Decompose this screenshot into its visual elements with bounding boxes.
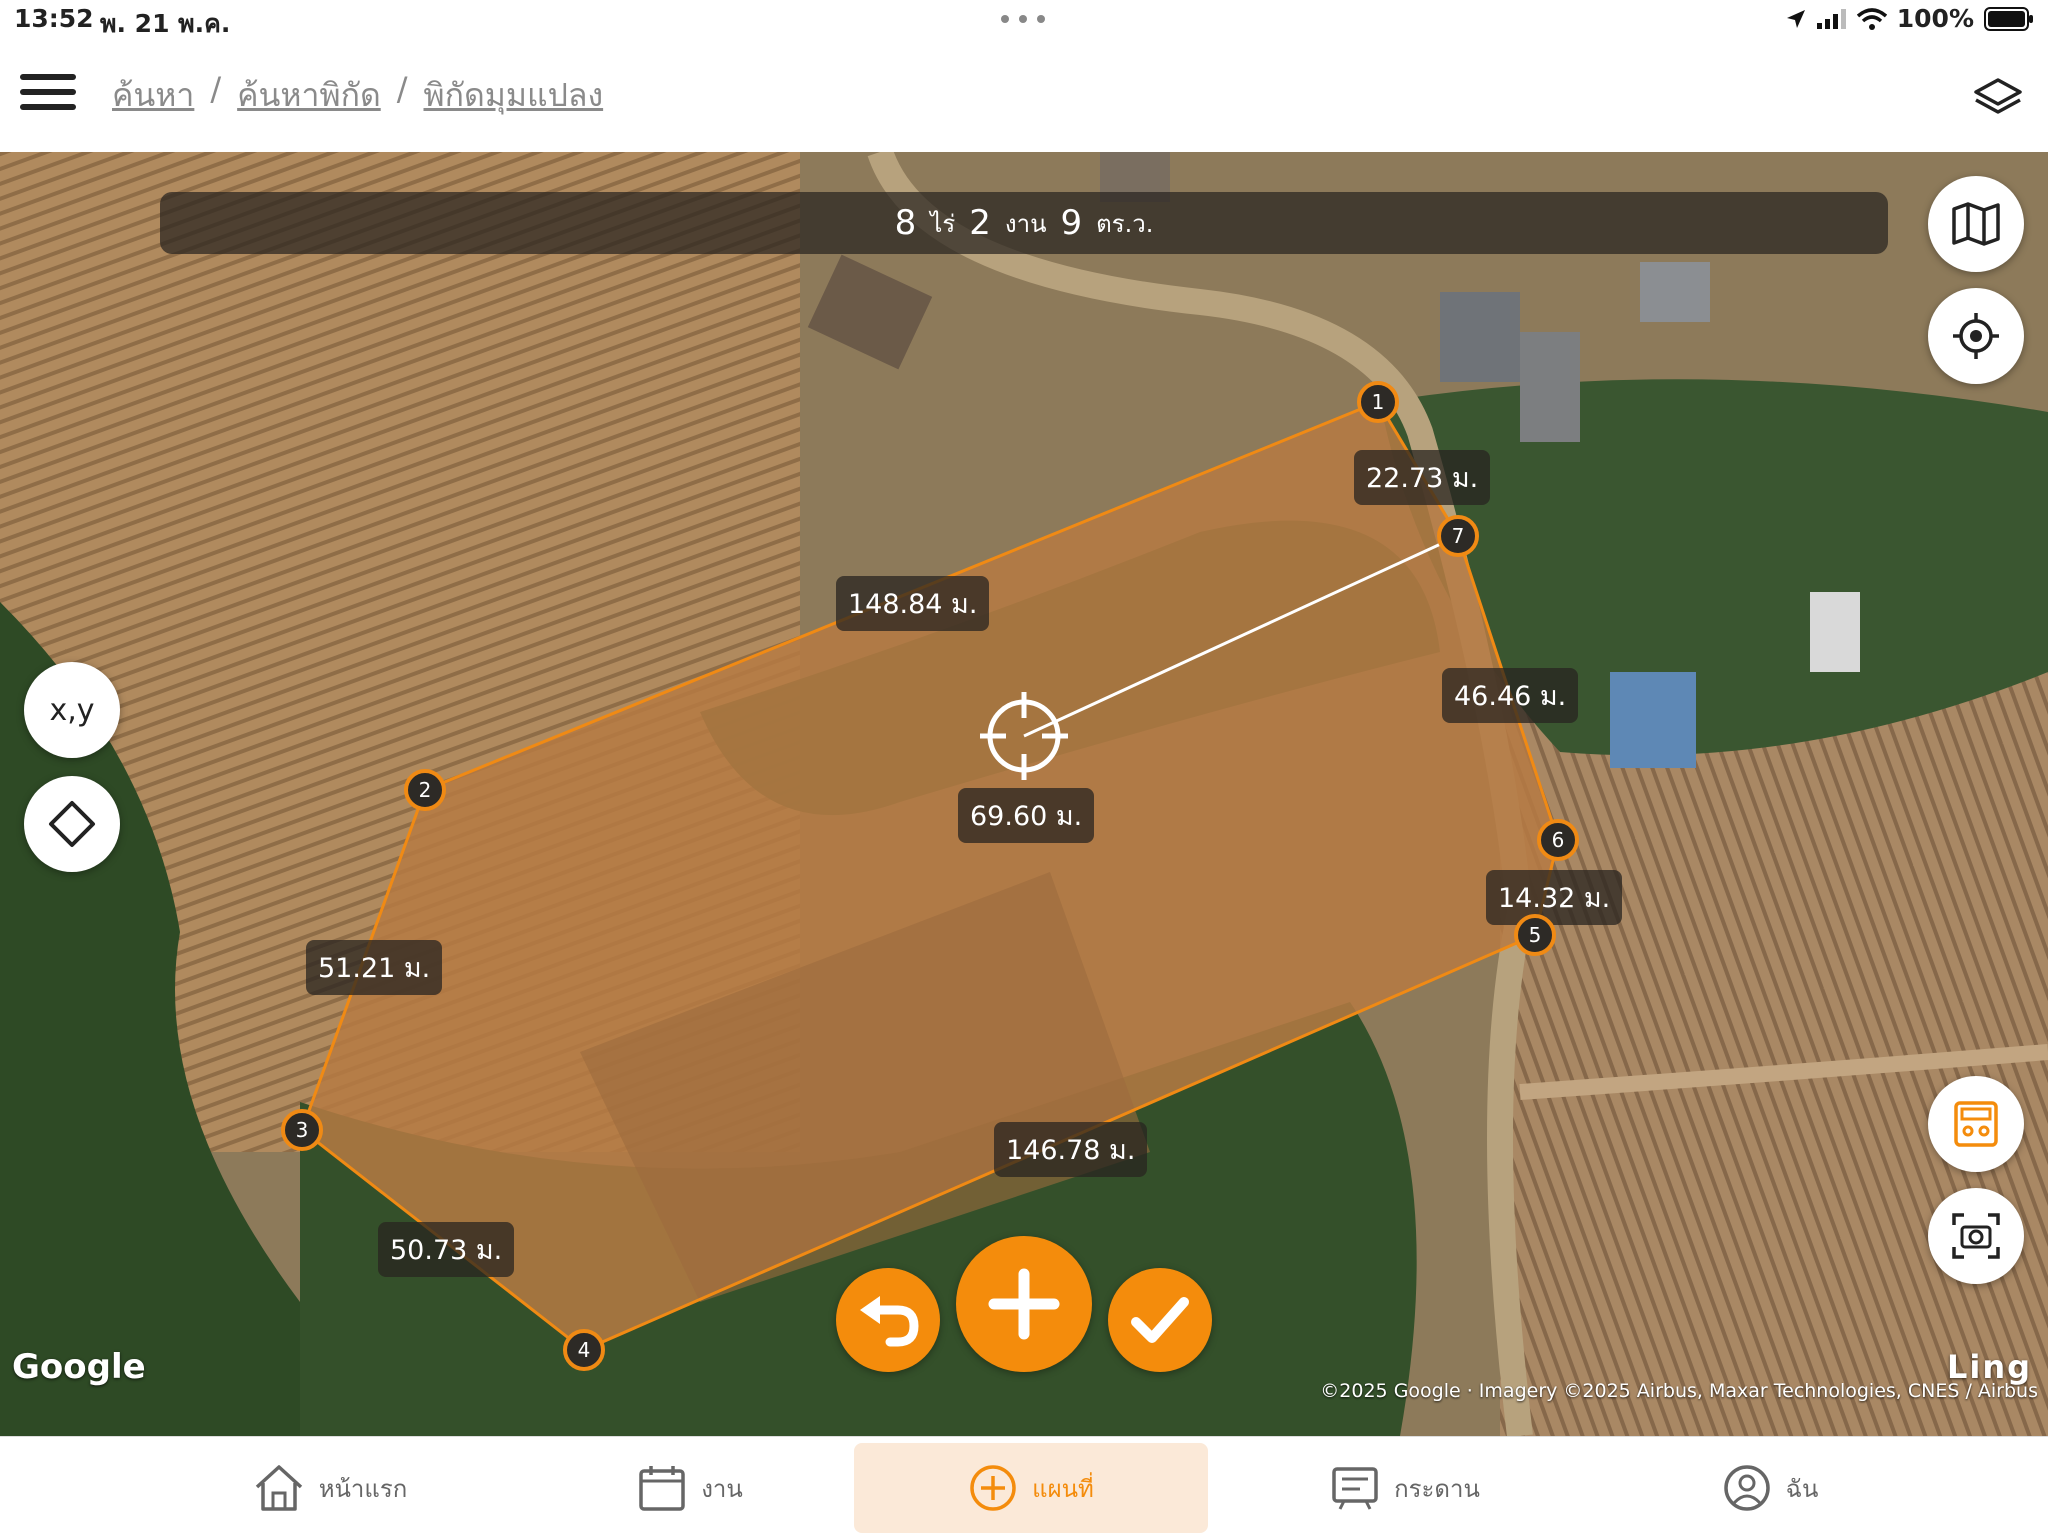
center-distance-label: 69.60 ม. [958, 788, 1095, 843]
vertex-marker[interactable]: 3 [281, 1109, 323, 1151]
battery-percent: 100% [1896, 4, 1974, 33]
wifi-icon [1856, 7, 1887, 30]
breadcrumb-separator: / [210, 70, 222, 108]
hamburger-menu-button[interactable] [20, 74, 76, 118]
app-header: ค้นหา / ค้นหาพิกัด / พิกัดมุมแปลง [0, 40, 2048, 152]
bottom-tab-bar: หน้าแรก งาน แผนที่ กระดาน ฉัน [0, 1436, 2048, 1537]
home-icon [255, 1465, 302, 1511]
map-icon [1952, 202, 2000, 246]
tab-map[interactable]: แผนที่ [854, 1443, 1208, 1533]
status-date: พ. 21 พ.ค. [100, 9, 231, 38]
area-ngan-unit: งาน [1004, 209, 1047, 238]
add-point-button[interactable] [956, 1236, 1092, 1372]
battery-icon [1984, 6, 2033, 31]
tab-label: แผนที่ [1032, 1474, 1094, 1503]
plus-circle-icon [970, 1465, 1016, 1511]
location-arrow-icon [1786, 9, 1805, 28]
area-ngan-value: 2 [969, 203, 991, 243]
screenshot-button[interactable] [1928, 1188, 2024, 1284]
breadcrumb-separator: / [396, 70, 408, 108]
tab-label: งาน [701, 1474, 743, 1503]
undo-button[interactable] [836, 1268, 940, 1372]
vertex-marker[interactable]: 4 [563, 1329, 605, 1371]
distance-label: 51.21 ม. [306, 940, 443, 995]
area-wa-unit: ตร.ว. [1096, 209, 1154, 238]
undo-icon [860, 1296, 919, 1347]
distance-label: 146.78 ม. [994, 1122, 1148, 1177]
user-icon [1723, 1465, 1770, 1511]
distance-label: 148.84 ม. [836, 576, 990, 631]
breadcrumb-coordinate-search[interactable]: ค้นหาพิกัด [237, 70, 381, 121]
tab-label: ฉัน [1785, 1474, 1819, 1503]
xy-coordinate-button[interactable]: x,y [24, 662, 120, 758]
vertex-marker[interactable]: 1 [1357, 381, 1399, 423]
vertex-marker[interactable]: 7 [1437, 515, 1479, 557]
calendar-icon [639, 1466, 685, 1511]
diamond-icon [49, 801, 95, 847]
area-rai-value: 8 [894, 203, 917, 243]
status-time: 13:52 [14, 4, 94, 33]
tab-profile[interactable]: ฉัน [1700, 1443, 1840, 1533]
tab-label: หน้าแรก [318, 1474, 408, 1503]
area-wa-value: 9 [1060, 203, 1083, 243]
board-icon [1332, 1467, 1378, 1510]
distance-label: 14.32 ม. [1486, 870, 1623, 925]
my-location-button[interactable] [1928, 288, 2024, 384]
area-summary-banner: 8 ไร่ 2 งาน 9 ตร.ว. [160, 192, 1888, 254]
camera-icon [1952, 1213, 2000, 1259]
google-logo: Google [12, 1347, 146, 1387]
signal-icon [1816, 8, 1846, 29]
map-type-button[interactable] [1928, 176, 2024, 272]
checkmark-icon [1131, 1297, 1189, 1343]
area-rai-unit: ไร่ [930, 209, 956, 238]
vertex-marker[interactable]: 6 [1537, 819, 1579, 861]
plus-icon [988, 1268, 1060, 1340]
distance-label: 50.73 ม. [378, 1222, 515, 1277]
edit-shape-button[interactable] [24, 776, 120, 872]
target-icon [1953, 313, 1999, 359]
tab-label: กระดาน [1394, 1474, 1480, 1503]
status-bar: 13:52 พ. 21 พ.ค. 100% [0, 0, 2048, 40]
vertex-marker[interactable]: 5 [1514, 914, 1556, 956]
breadcrumb: ค้นหา / ค้นหาพิกัด / พิกัดมุมแปลง [112, 70, 603, 121]
menu-line [20, 89, 76, 95]
menu-line [20, 74, 76, 80]
xy-button-label: x,y [49, 692, 95, 728]
breadcrumb-search[interactable]: ค้นหา [112, 70, 194, 121]
menu-line [20, 104, 76, 110]
tab-board[interactable]: กระดาน [1320, 1443, 1490, 1533]
vertex-marker[interactable]: 2 [404, 769, 446, 811]
confirm-button[interactable] [1108, 1268, 1212, 1372]
multitask-dots-icon[interactable] [1000, 14, 1046, 24]
calculator-icon [1954, 1101, 1998, 1147]
tab-tasks[interactable]: งาน [610, 1443, 770, 1533]
map-attribution: ©2025 Google · Imagery ©2025 Airbus, Max… [1320, 1380, 2038, 1402]
satellite-map[interactable]: 8 ไร่ 2 งาน 9 ตร.ว. x,y 148.84 ม. 51.21 … [0, 152, 2048, 1436]
distance-label: 46.46 ม. [1442, 668, 1579, 723]
distance-label: 22.73 ม. [1354, 450, 1491, 505]
layers-icon[interactable] [1970, 70, 2026, 126]
calculator-button[interactable] [1928, 1076, 2024, 1172]
tab-home[interactable]: หน้าแรก [230, 1443, 430, 1533]
breadcrumb-plot-corners[interactable]: พิกัดมุมแปลง [424, 70, 604, 121]
